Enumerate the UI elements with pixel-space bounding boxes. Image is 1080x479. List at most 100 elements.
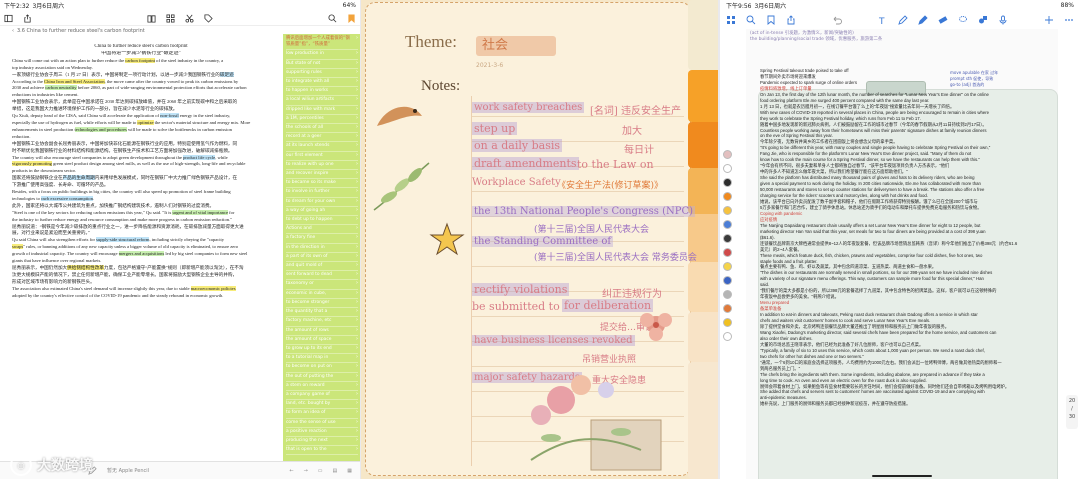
vocab-note-item[interactable]: low production in [286, 50, 358, 60]
vocab-note-item[interactable]: to dream for your own [286, 198, 358, 207]
pen-color-swatch[interactable] [723, 220, 732, 229]
vocab-note-item[interactable]: to became so its make [286, 179, 358, 189]
highlighted-phrase[interactable]: technologies and procedures [74, 126, 127, 132]
vocab-note-item[interactable]: a positive reaction [286, 428, 358, 437]
highlighted-phrase[interactable]: vigorously promoting [12, 161, 52, 167]
library-icon[interactable] [726, 15, 736, 25]
pen-color-swatch[interactable] [723, 332, 732, 341]
grid-icon[interactable] [166, 13, 175, 23]
share-icon[interactable] [786, 14, 796, 25]
pen-tool-icon[interactable] [898, 14, 908, 25]
vocab-note-item[interactable]: the amount of space [286, 336, 358, 345]
vocab-note-item[interactable]: to grow up to its end [286, 345, 358, 355]
vocab-note-item[interactable]: the amount of rows [286, 327, 358, 336]
vocab-note-item[interactable]: sent forward to dead [286, 271, 358, 281]
vocab-note-item[interactable]: to realize with up one [286, 161, 358, 171]
highlighted-phrase[interactable]: 产品的生命周期 [62, 175, 95, 181]
vocab-note-item[interactable]: to integrate with all [286, 78, 358, 88]
handwritten-note[interactable]: 纠正违规行为 [602, 285, 662, 300]
highlighted-phrase[interactable]: 碳足迹 [219, 71, 234, 77]
vocab-note-item[interactable]: a part of its own of [286, 253, 358, 263]
page-indicator[interactable]: 20 / 30 [1066, 395, 1078, 429]
vocab-note-item[interactable]: a way of going ah [286, 207, 358, 217]
handwritten-note[interactable]: rectify violations [472, 283, 570, 296]
highlighted-phrase[interactable]: curb excessive consumption [41, 195, 93, 201]
vocab-note-item[interactable]: But state of not [286, 60, 358, 69]
page-icon[interactable]: ▤ [333, 468, 338, 474]
vocab-note-item[interactable]: record at a geer [286, 133, 358, 143]
chevron-left-icon[interactable]: ‹ [12, 28, 14, 34]
vocab-note-item[interactable]: economic in cube, [286, 290, 358, 299]
vocab-note-item[interactable]: the schools of all [286, 124, 358, 134]
vocab-note-item[interactable]: come the sense of use [286, 419, 358, 428]
highlighted-phrase[interactable]: product life cycle [183, 154, 216, 160]
share-icon[interactable] [23, 13, 32, 23]
handwritten-note[interactable]: draft amendments [472, 157, 579, 170]
pen-color-swatch[interactable] [723, 290, 732, 299]
vocab-note-item[interactable]: producing the next [286, 437, 358, 447]
bookmark-icon[interactable] [347, 13, 356, 23]
handwritten-note[interactable]: 每日计 [624, 141, 654, 156]
search-icon[interactable] [746, 15, 756, 25]
handwritten-note[interactable]: be submitted to [472, 300, 560, 313]
vocab-note-item[interactable]: the out of putting the [286, 373, 358, 382]
vocab-note-item[interactable]: to debt up to happen [286, 216, 358, 226]
microphone-icon[interactable] [998, 15, 1008, 25]
handwritten-note[interactable]: Workplace Safety [472, 177, 561, 188]
bookmark-icon[interactable] [766, 15, 776, 25]
handwritten-note[interactable]: (第十三届)全国人民代表大会 [534, 222, 649, 235]
notebook-tab[interactable] [688, 362, 718, 479]
handwritten-note[interactable]: work safety breaches [472, 102, 585, 113]
handwritten-note[interactable]: the Standing Committee of [472, 236, 614, 247]
notebook-tab[interactable] [688, 0, 718, 70]
article-text[interactable]: Spring Festival takeout trade poised to … [760, 68, 1030, 468]
highlighted-phrase[interactable]: carbon neutrality [45, 85, 77, 91]
text-tool-icon[interactable]: T [878, 15, 888, 25]
notebook-tab[interactable] [688, 70, 718, 122]
vocab-note-item[interactable]: factory machine, etc [286, 317, 358, 327]
vocab-note-item[interactable]: to happen in works [286, 87, 358, 97]
pen-color-swatch[interactable] [723, 206, 732, 215]
redo-icon[interactable]: → [304, 468, 308, 474]
scissors-icon[interactable] [185, 14, 194, 23]
lasso-tool-icon[interactable] [958, 15, 968, 25]
vocab-note-item[interactable]: that is open to the [286, 446, 358, 456]
pen-color-swatch[interactable] [723, 318, 732, 327]
shape-tool-icon[interactable] [978, 15, 988, 25]
pen-color-swatch[interactable] [723, 192, 732, 201]
eraser-tool-icon[interactable] [938, 15, 948, 25]
handwritten-note[interactable]: have business licenses revoked [472, 335, 635, 346]
notebook-tab[interactable] [688, 122, 718, 168]
vocab-note-item[interactable]: a 1M, percentiles [286, 115, 358, 125]
vocab-note-item[interactable]: our first element [286, 152, 358, 161]
notebook-tab[interactable] [688, 262, 718, 312]
handwritten-note[interactable]: 加大 [622, 122, 642, 137]
notebook-tab[interactable] [688, 312, 718, 362]
vocab-note-item[interactable]: supporting rules [286, 69, 358, 79]
pen-color-swatch[interactable] [723, 262, 732, 271]
layout-icon[interactable]: ▭ [318, 468, 323, 474]
undo-icon[interactable] [832, 15, 842, 25]
margin-annotation[interactable]: go-to (adj) 首选的 [950, 82, 984, 88]
pen-color-swatch[interactable] [723, 304, 732, 313]
vocab-note-item[interactable]: to become on put on [286, 363, 358, 373]
vocab-note-item[interactable]: and quit mold of [286, 262, 358, 272]
handwritten-note[interactable]: step up [472, 122, 518, 135]
pen-color-swatch[interactable] [723, 164, 732, 173]
vocab-note-item[interactable]: taxonomy or [286, 280, 358, 290]
highlighted-phrase[interactable]: urgent and of vital importance [172, 209, 228, 215]
highlighted-phrase[interactable]: China Iron and Steel Association [44, 78, 105, 84]
vocab-note-item[interactable]: 腾讯后面增加一个人成着保的“钢铁质量”指”，“铁质量” [286, 35, 358, 51]
undo-icon[interactable]: ← [289, 468, 293, 474]
highlighted-phrase[interactable]: supply-side structural reform [96, 237, 150, 243]
bookmark-list-icon[interactable]: ▦ [347, 468, 352, 474]
vocab-note-item[interactable]: a stem on reward [286, 382, 358, 391]
vocab-note-item[interactable]: at its launch xtends [286, 142, 358, 152]
highlighted-phrase[interactable]: swaps [12, 244, 24, 250]
highlighted-phrase[interactable]: macroeconomic policies [190, 285, 236, 291]
pen-color-swatch[interactable] [723, 234, 732, 243]
search-icon[interactable] [328, 13, 337, 23]
vocab-note-item[interactable]: to form an idea of [286, 409, 358, 419]
vocab-note-item[interactable]: to become stronger [286, 299, 358, 309]
highlighter-tool-icon[interactable] [918, 14, 928, 25]
